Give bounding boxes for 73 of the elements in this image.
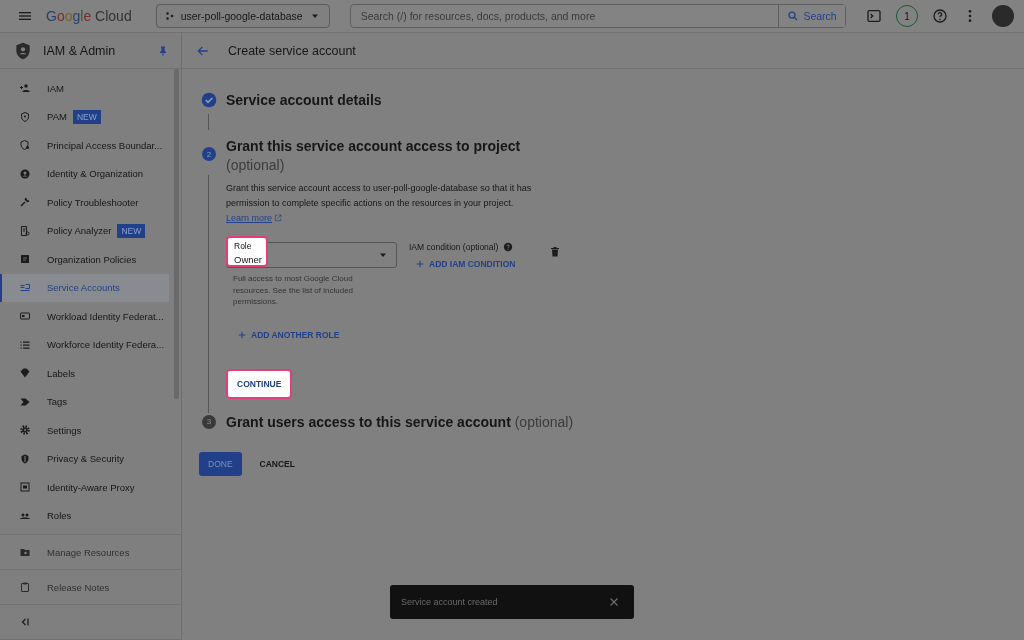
document-icon <box>19 224 31 237</box>
sidebar-item[interactable]: Organization Policies <box>0 245 169 274</box>
field-value: Owner <box>234 254 263 265</box>
sidebar-item[interactable]: Roles <box>0 501 169 530</box>
person-circle-icon <box>19 167 31 180</box>
add-role-button[interactable]: ADD ANOTHER ROLE <box>231 325 346 344</box>
list-icon <box>19 338 31 351</box>
sidebar-item[interactable]: PAM NEW <box>0 102 169 131</box>
folder-icon <box>19 546 31 558</box>
wrench-icon <box>19 196 31 209</box>
shield-icon <box>19 452 31 465</box>
step-title: Grant this service account access to project (optional) <box>226 137 522 175</box>
sidebar-item[interactable]: Manage Resources <box>0 535 181 570</box>
sidebar-item[interactable]: Service Accounts <box>0 273 169 302</box>
new-badge: NEW <box>72 109 101 124</box>
square-icon <box>19 253 31 266</box>
dots-icon <box>164 11 175 21</box>
sidebar-title: IAM & Admin <box>43 43 116 58</box>
gear-icon <box>19 424 31 437</box>
step-number: 2 <box>202 147 216 161</box>
plus-icon <box>415 259 425 269</box>
step-title: Service account details <box>226 91 382 110</box>
trash-icon[interactable] <box>549 246 562 258</box>
person-add-icon <box>19 82 31 95</box>
sidebar-item[interactable]: Identity-Aware Proxy <box>0 473 169 502</box>
search-icon <box>787 10 800 22</box>
card-icon <box>19 310 31 323</box>
new-badge: NEW <box>117 223 146 238</box>
snackbar-message: Service account created <box>401 597 498 607</box>
window-icon <box>19 481 31 494</box>
sidebar-item[interactable]: Settings <box>0 416 169 445</box>
close-icon[interactable] <box>608 596 620 608</box>
plus-icon <box>237 329 247 340</box>
step-number: 3 <box>202 414 216 429</box>
cancel-button[interactable]: CANCEL <box>253 451 301 476</box>
collapse-icon[interactable] <box>19 616 31 628</box>
sidebar-item[interactable]: Workload Identity Federat... <box>0 302 169 331</box>
sidebar-item[interactable]: Workforce Identity Federa... <box>0 330 169 359</box>
sidebar-item[interactable]: Tags <box>0 387 169 416</box>
clipboard-icon <box>19 581 31 593</box>
tag-icon <box>19 367 31 380</box>
done-button[interactable]: DONE <box>199 451 242 476</box>
search-button[interactable]: Search <box>778 5 845 27</box>
project-picker[interactable]: user-poll-google-database <box>155 4 330 28</box>
step-title: Grant users access to this service account (optional) <box>226 412 574 432</box>
shield-icon <box>19 139 31 152</box>
list-icon <box>19 281 31 294</box>
sidebar-item[interactable]: Principal Access Boundar... <box>0 131 169 160</box>
sidebar-item[interactable]: Identity & Organization <box>0 159 169 188</box>
help-icon[interactable] <box>503 242 514 252</box>
add-condition-button[interactable]: ADD IAM CONDITION <box>409 255 522 273</box>
avatar[interactable] <box>992 5 1014 27</box>
sidebar-item[interactable]: Policy Analyzer NEW <box>0 216 169 245</box>
pin-icon[interactable] <box>157 44 169 57</box>
terminal-icon[interactable] <box>866 8 882 24</box>
google-cloud-logo[interactable]: Google Cloud <box>46 8 132 24</box>
role-dropdown[interactable]: Role Owner <box>226 236 397 268</box>
shield-icon <box>13 40 33 61</box>
description-text: Grant this service account access to user-poll-google-database so that it has permission to complete specific actions on the resources in your project. Learn more <box>226 182 533 225</box>
field-label: Role <box>234 241 253 251</box>
sidebar-item[interactable]: IAM <box>0 74 169 103</box>
sidebar-item[interactable]: Release Notes <box>0 570 181 605</box>
condition-label: IAM condition (optional) <box>409 242 499 252</box>
continue-button[interactable]: CONTINUE <box>226 368 293 399</box>
sidebar-item[interactable]: Privacy & Security <box>0 444 169 473</box>
learn-more-link[interactable]: Learn more <box>226 213 283 223</box>
external-link-icon <box>274 214 283 222</box>
search-field[interactable]: Search (/) for resources, docs, products, and more Search <box>349 4 846 28</box>
page-title: Create service account <box>228 43 356 58</box>
sidebar-item[interactable]: Policy Troubleshooter <box>0 188 169 217</box>
help-icon[interactable] <box>932 8 948 24</box>
sidebar-item[interactable]: Labels <box>0 359 169 388</box>
shield-icon <box>19 110 31 123</box>
